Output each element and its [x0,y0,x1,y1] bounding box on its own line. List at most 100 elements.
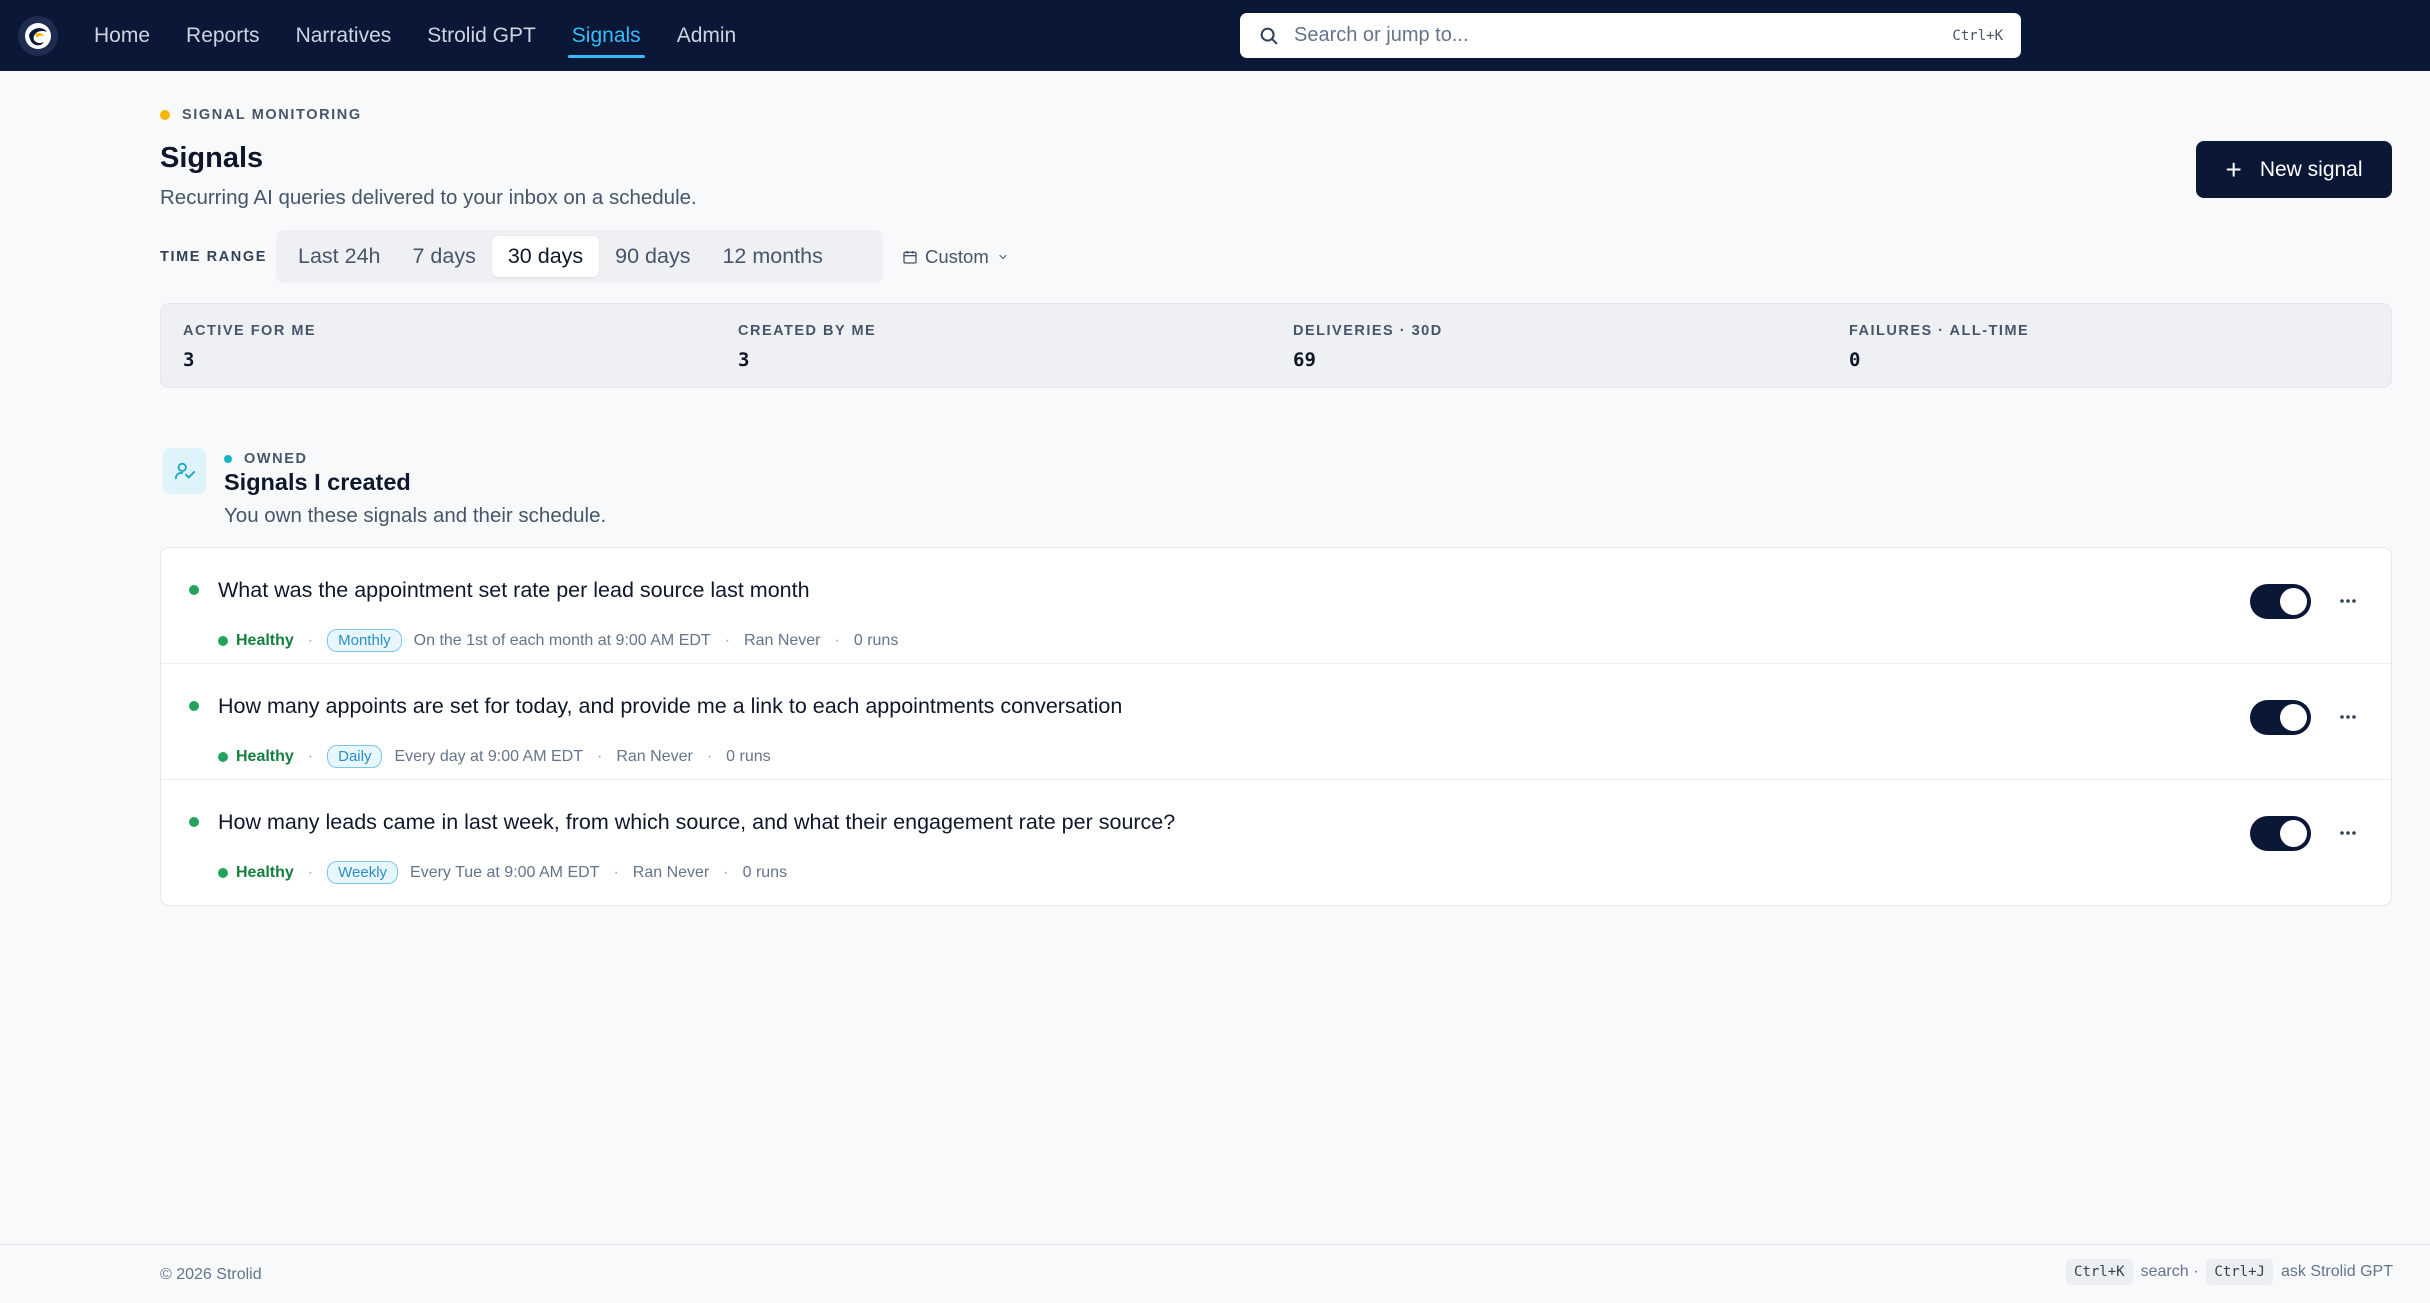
stat-value: 3 [738,349,750,371]
copyright-text: © 2026 Strolid [160,1266,262,1283]
main-nav: Home Reports Narratives Strolid GPT Sign… [94,0,772,71]
stat-label: ACTIVE FOR ME [183,323,317,339]
stat-value: 3 [183,349,195,371]
signal-row[interactable]: How many appoints are set for today, and… [161,664,2391,780]
signal-enabled-toggle[interactable] [2250,700,2311,735]
time-range-90-days[interactable]: 90 days [599,236,706,277]
toggle-knob [2280,820,2307,847]
plus-icon: + [2225,153,2242,185]
page-eyebrow: SIGNAL MONITORING [160,107,362,123]
section-eyebrow-label: OWNED [244,451,308,467]
signal-question[interactable]: How many appoints are set for today, and… [218,694,1122,719]
signal-question[interactable]: What was the appointment set rate per le… [218,578,810,603]
search-placeholder: Search or jump to... [1294,24,1469,46]
more-options-icon[interactable] [2331,584,2365,618]
section-title: Signals I created [224,469,411,495]
new-signal-label: New signal [2259,157,2363,181]
status-dot [189,701,199,711]
status-dot [189,817,199,827]
frequency-badge: Monthly [327,629,402,652]
stat-deliveries: DELIVERIES · 30D 69 [1293,323,1443,371]
footer-divider [0,1244,2430,1245]
signal-meta: Healthy · Monthly On the 1st of each mon… [218,629,898,652]
separator: · [307,863,314,881]
section-subtitle: You own these signals and their schedule… [224,504,607,527]
stats-panel: ACTIVE FOR ME 3 CREATED BY ME 3 DELIVERI… [160,303,2392,388]
new-signal-button[interactable]: + New signal [2196,141,2392,198]
search-shortcut-label: search · [2140,1263,2199,1280]
signals-list: What was the appointment set rate per le… [160,547,2392,906]
stat-value: 69 [1293,349,1316,371]
search-icon [1260,27,1278,44]
separator: · [834,631,840,649]
stat-created-by-me: CREATED BY ME 3 [738,323,876,371]
signal-meta: Healthy · Weekly Every Tue at 9:00 AM ED… [218,861,787,884]
health-status: Healthy [236,631,294,649]
time-range-7-days[interactable]: 7 days [396,236,491,277]
separator: · [613,863,619,881]
signal-enabled-toggle[interactable] [2250,816,2311,851]
nav-admin[interactable]: Admin [677,0,737,71]
last-run-text: Ran Never [616,747,693,765]
toggle-knob [2280,588,2307,615]
toggle-knob [2280,704,2307,731]
last-run-text: Ran Never [744,631,821,649]
stat-label: FAILURES · ALL-TIME [1849,323,2030,339]
nav-reports[interactable]: Reports [186,0,260,71]
schedule-text: On the 1st of each month at 9:00 AM EDT [413,631,711,649]
frequency-badge: Daily [327,745,383,768]
nav-signals[interactable]: Signals [567,0,645,71]
gpt-shortcut-key: Ctrl+J [2206,1259,2273,1285]
separator: · [597,747,603,765]
runs-count: 0 runs [726,747,771,765]
custom-range-label: Custom [925,246,989,267]
separator: · [706,747,713,765]
nav-narratives[interactable]: Narratives [296,0,392,71]
signal-row[interactable]: What was the appointment set rate per le… [161,548,2391,664]
frequency-badge: Weekly [327,861,399,884]
stat-label: CREATED BY ME [738,323,877,339]
top-nav-bar: Home Reports Narratives Strolid GPT Sign… [0,0,2430,71]
stat-failures: FAILURES · ALL-TIME 0 [1849,323,2029,371]
health-dot [218,635,228,646]
time-range-12-months[interactable]: 12 months [706,236,838,277]
signal-question[interactable]: How many leads came in last week, from w… [218,810,1175,835]
nav-strolid-gpt[interactable]: Strolid GPT [427,0,536,71]
health-dot [218,751,228,762]
separator: · [307,747,314,765]
gpt-shortcut-label: ask Strolid GPT [2280,1263,2393,1280]
time-range-30-days[interactable]: 30 days [491,236,600,277]
schedule-text: Every Tue at 9:00 AM EDT [410,863,600,881]
stat-value: 0 [1849,349,1861,371]
search-shortcut-key: Ctrl+K [2066,1259,2133,1285]
time-range-last-24h[interactable]: Last 24h [282,236,396,277]
chevron-down-icon [999,254,1007,260]
runs-count: 0 runs [853,631,899,649]
time-range-segmented-control: Last 24h 7 days 30 days 90 days 12 month… [276,230,883,283]
search-input[interactable]: Search or jump to... Ctrl+K [1240,13,2021,58]
health-status: Healthy [236,747,294,765]
calendar-icon [903,251,917,264]
signal-enabled-toggle[interactable] [2250,584,2311,619]
health-dot [218,867,228,878]
more-options-icon[interactable] [2331,816,2365,850]
separator: · [724,631,731,649]
eyebrow-label: SIGNAL MONITORING [182,107,362,123]
stat-label: DELIVERIES · 30D [1293,323,1443,339]
separator: · [723,863,729,881]
nav-home[interactable]: Home [94,0,150,71]
signal-row[interactable]: How many leads came in last week, from w… [161,780,2391,896]
section-eyebrow: OWNED [224,451,308,467]
more-options-icon[interactable] [2331,700,2365,734]
schedule-text: Every day at 9:00 AM EDT [394,747,583,765]
eyebrow-dot [160,110,170,120]
time-range-label: TIME RANGE [160,249,268,265]
keyboard-shortcuts-hint: Ctrl+K search · Ctrl+J ask Strolid GPT [2058,1259,2393,1285]
page-title: Signals [160,142,264,174]
runs-count: 0 runs [742,863,788,881]
last-run-text: Ran Never [632,863,710,881]
strolid-logo-icon[interactable] [18,16,58,56]
custom-range-button[interactable]: Custom [902,246,1016,268]
status-dot [189,585,199,595]
user-owned-icon [163,448,206,494]
